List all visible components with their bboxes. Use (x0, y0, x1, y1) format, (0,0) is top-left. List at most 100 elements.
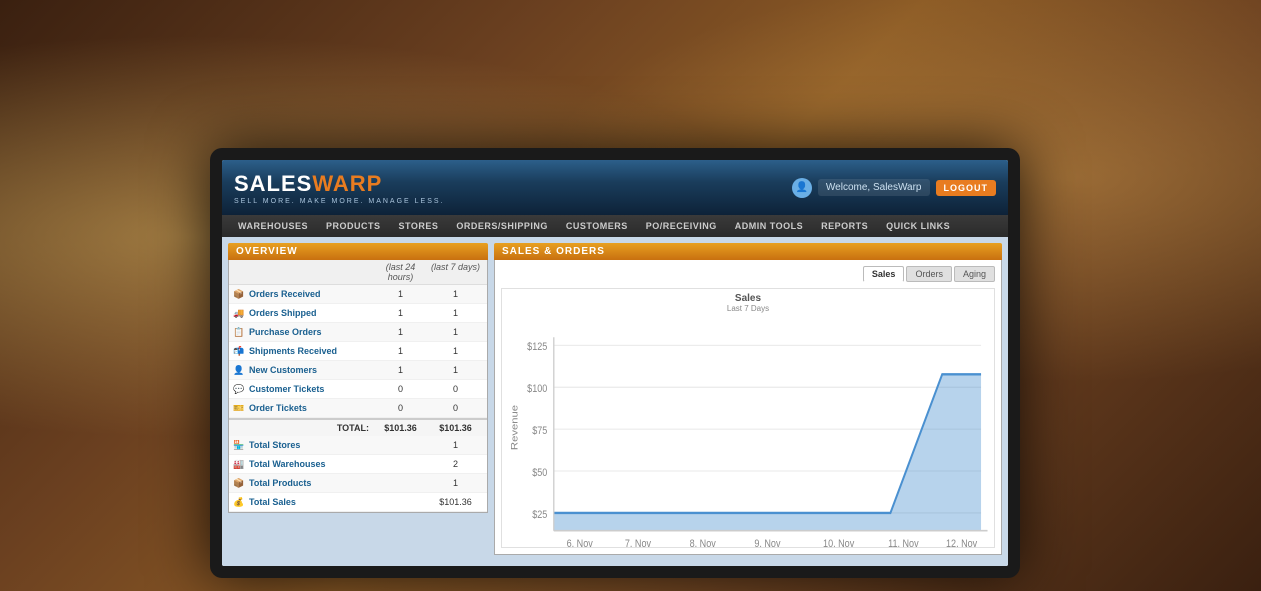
stats-col-header-1: (last 24 hours) (373, 262, 428, 282)
summary-row-total-products: 📦 Total Products 1 (229, 474, 487, 493)
monitor-screen: SALESWARP SELL MORE. MAKE MORE. MANAGE L… (222, 160, 1008, 566)
logo-area: SALESWARP SELL MORE. MAKE MORE. MANAGE L… (234, 171, 445, 205)
shipments-received-val1: 1 (373, 346, 428, 356)
right-panel: SALES & ORDERS Sales Orders Aging Sales … (494, 243, 1002, 560)
new-customers-val2: 1 (428, 365, 483, 375)
svg-text:8. Nov: 8. Nov (690, 538, 717, 550)
orders-shipped-val2: 1 (428, 308, 483, 318)
nav-item-products[interactable]: PRODUCTS (318, 215, 389, 237)
order-tickets-val2: 0 (428, 403, 483, 413)
svg-text:$50: $50 (532, 467, 547, 479)
app-header: SALESWARP SELL MORE. MAKE MORE. MANAGE L… (222, 160, 1008, 215)
shipments-received-icon: 📬 (233, 345, 245, 357)
orders-shipped-link[interactable]: Orders Shipped (249, 308, 317, 318)
svg-text:$125: $125 (527, 341, 547, 353)
stats-row-new-customers: 👤 New Customers 1 1 (229, 361, 487, 380)
logout-button[interactable]: LOGOUT (936, 180, 997, 196)
nav-item-reports[interactable]: REPORTS (813, 215, 876, 237)
svg-text:10. Nov: 10. Nov (823, 538, 855, 550)
overview-panel-body: (last 24 hours) (last 7 days) 📦 Orders R… (228, 260, 488, 513)
new-customers-val1: 1 (373, 365, 428, 375)
total-stores-label[interactable]: Total Stores (249, 440, 300, 450)
svg-text:9. Nov: 9. Nov (754, 538, 781, 550)
chart-area: Sales Last 7 Days $125 $100 (501, 288, 995, 548)
chart-tab-aging[interactable]: Aging (954, 266, 995, 282)
new-customers-link[interactable]: New Customers (249, 365, 317, 375)
chart-tabs: Sales Orders Aging (501, 266, 995, 282)
svg-text:6. Nov: 6. Nov (567, 538, 594, 550)
total-label: TOTAL: (233, 423, 373, 433)
total-warehouses-icon: 🏭 (233, 458, 245, 470)
purchase-orders-icon: 📋 (233, 326, 245, 338)
total-sales-icon: 💰 (233, 496, 245, 508)
summary-row-total-warehouses: 🏭 Total Warehouses 2 (229, 455, 487, 474)
user-avatar-icon: 👤 (792, 178, 812, 198)
orders-received-val2: 1 (428, 289, 483, 299)
purchase-orders-link[interactable]: Purchase Orders (249, 327, 322, 337)
sales-orders-panel-header: SALES & ORDERS (494, 243, 1002, 260)
nav-item-admin-tools[interactable]: ADMIN TOOLS (727, 215, 811, 237)
new-customers-icon: 👤 (233, 364, 245, 376)
svg-text:Revenue: Revenue (510, 405, 520, 450)
monitor-frame: SALESWARP SELL MORE. MAKE MORE. MANAGE L… (210, 148, 1020, 578)
shipments-received-link[interactable]: Shipments Received (249, 346, 337, 356)
nav-item-customers[interactable]: CUSTOMERS (558, 215, 636, 237)
left-panel: OVERVIEW (last 24 hours) (last 7 days) 📦… (228, 243, 488, 560)
svg-text:$75: $75 (532, 425, 547, 437)
nav-bar: WAREHOUSES PRODUCTS STORES ORDERS/SHIPPI… (222, 215, 1008, 237)
svg-text:$25: $25 (532, 509, 547, 521)
total-sales-label[interactable]: Total Sales (249, 497, 296, 507)
svg-text:12. Nov: 12. Nov (946, 538, 978, 550)
nav-item-stores[interactable]: STORES (391, 215, 447, 237)
overview-panel-header: OVERVIEW (228, 243, 488, 260)
total-sales-val: $101.36 (428, 497, 483, 507)
total-stores-val: 1 (428, 440, 483, 450)
stats-row-orders-shipped: 🚚 Orders Shipped 1 1 (229, 304, 487, 323)
total-products-label[interactable]: Total Products (249, 478, 311, 488)
chart-panel: Sales Orders Aging Sales Last 7 Days (494, 260, 1002, 555)
total-stores-icon: 🏪 (233, 439, 245, 451)
svg-text:7. Nov: 7. Nov (625, 538, 652, 550)
header-right: 👤 Welcome, SalesWarp LOGOUT (792, 178, 996, 198)
total-products-val: 1 (428, 478, 483, 488)
customer-tickets-link[interactable]: Customer Tickets (249, 384, 324, 394)
summary-row-total-sales: 💰 Total Sales $101.36 (229, 493, 487, 512)
total-val1: $101.36 (373, 423, 428, 433)
stats-header-row: (last 24 hours) (last 7 days) (229, 260, 487, 285)
svg-text:$100: $100 (527, 383, 547, 395)
total-products-icon: 📦 (233, 477, 245, 489)
logo-text: SALESWARP (234, 171, 445, 197)
nav-item-orders-shipping[interactable]: ORDERS/SHIPPING (448, 215, 556, 237)
chart-subtitle: Last 7 Days (502, 304, 994, 313)
order-tickets-icon: 🎫 (233, 402, 245, 414)
stats-label-col (233, 262, 373, 282)
orders-received-link[interactable]: Orders Received (249, 289, 321, 299)
welcome-text: Welcome, SalesWarp (818, 179, 930, 196)
nav-item-quick-links[interactable]: QUICK LINKS (878, 215, 958, 237)
stats-row-purchase-orders: 📋 Purchase Orders 1 1 (229, 323, 487, 342)
purchase-orders-val2: 1 (428, 327, 483, 337)
logo-warp: WARP (312, 171, 382, 196)
nav-item-po-receiving[interactable]: PO/RECEIVING (638, 215, 725, 237)
customer-tickets-val1: 0 (373, 384, 428, 394)
logo-tagline: SELL MORE. MAKE MORE. MANAGE LESS. (234, 198, 445, 205)
shipments-received-val2: 1 (428, 346, 483, 356)
sales-chart-svg: $125 $100 $75 $50 $25 Revenue 6. Nov (502, 313, 994, 566)
total-warehouses-label[interactable]: Total Warehouses (249, 459, 326, 469)
chart-title: Sales (502, 293, 994, 304)
stats-col-header-2: (last 7 days) (428, 262, 483, 282)
customer-tickets-icon: 💬 (233, 383, 245, 395)
order-tickets-link[interactable]: Order Tickets (249, 403, 307, 413)
total-warehouses-val: 2 (428, 459, 483, 469)
purchase-orders-val1: 1 (373, 327, 428, 337)
summary-row-total-stores: 🏪 Total Stores 1 (229, 436, 487, 455)
nav-item-warehouses[interactable]: WAREHOUSES (230, 215, 316, 237)
stats-row-customer-tickets: 💬 Customer Tickets 0 0 (229, 380, 487, 399)
order-tickets-val1: 0 (373, 403, 428, 413)
orders-shipped-val1: 1 (373, 308, 428, 318)
chart-tab-orders[interactable]: Orders (906, 266, 952, 282)
chart-tab-sales[interactable]: Sales (863, 266, 905, 282)
total-val2: $101.36 (428, 423, 483, 433)
customer-tickets-val2: 0 (428, 384, 483, 394)
orders-shipped-icon: 🚚 (233, 307, 245, 319)
